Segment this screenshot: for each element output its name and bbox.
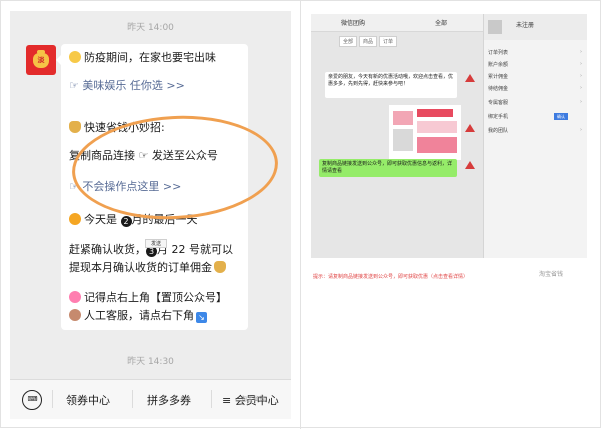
message-line-9: 记得点右上角【置顶公众号】 bbox=[69, 290, 242, 306]
sidebar-row[interactable]: 累计佣金 › bbox=[488, 72, 584, 82]
heart-icon bbox=[69, 291, 81, 303]
image-block bbox=[417, 121, 457, 133]
user-avatar bbox=[488, 20, 502, 34]
chat-panel: 昨天 14:00 淡 防疫期间，在家也要宅出味 ☞ 美味娱乐 任你选 >> 快速… bbox=[10, 11, 291, 419]
service-person-icon bbox=[69, 309, 81, 321]
sidebar-row[interactable]: 专属客服 › bbox=[488, 98, 584, 108]
menu-coupon-center[interactable]: 领券中心 bbox=[66, 392, 110, 408]
keyboard-icon[interactable]: ⌨ bbox=[22, 390, 42, 410]
menu-divider bbox=[211, 390, 212, 408]
food-link[interactable]: ☞ 美味娱乐 任你选 >> bbox=[69, 78, 242, 94]
arrow-down-right-icon: ↘ bbox=[196, 312, 207, 323]
sidebar-row[interactable]: 我的团队 › bbox=[488, 126, 584, 136]
desktop-message-1: 亲爱的朋友，今天有新的优惠活动哦，欢迎点击查看，优惠多多，先到先得，赶快来参与吧… bbox=[325, 72, 457, 98]
panel-divider bbox=[300, 1, 301, 429]
sidebar-row[interactable]: 订单列表 › bbox=[488, 48, 584, 58]
alert-icon bbox=[465, 124, 475, 132]
instruction-caption: 提示：请复制商品链接发送到公众号，即可获取优惠（点击查看详情） bbox=[313, 274, 469, 280]
desktop-info-sidebar: 未注册 订单列表 › 账户余额 › 累计佣金 › 待结佣金 › 专属客服 › 绑定手机 确认… bbox=[483, 14, 587, 258]
menu-divider bbox=[132, 390, 133, 408]
money-bag-icon bbox=[214, 261, 226, 273]
message-line-10: 人工客服，请点右下角 ↘ bbox=[69, 308, 242, 324]
alert-icon bbox=[465, 74, 475, 82]
product-image[interactable] bbox=[389, 105, 461, 160]
timestamp-bottom: 昨天 14:30 bbox=[127, 357, 174, 367]
sidebar-row[interactable]: 绑定手机 确认 bbox=[488, 112, 584, 122]
alert-icon bbox=[465, 161, 475, 169]
watermark-left: 淘宝省钱 bbox=[241, 396, 266, 403]
send-button[interactable]: 发送 bbox=[145, 239, 167, 248]
desktop-tabs: 全部 商品 订单 bbox=[339, 36, 399, 47]
desktop-message-2: 复制商品链接发送到公众号，即可获取优惠信息与返利，详情请查看 bbox=[319, 159, 457, 177]
desktop-topbar: 微信团购 全部 bbox=[311, 14, 483, 32]
menu-pdd-coupon[interactable]: 拼多多券 bbox=[147, 392, 191, 408]
sidebar-row[interactable]: 账户余额 › bbox=[488, 60, 584, 70]
money-bag-icon bbox=[69, 121, 81, 133]
user-name: 未注册 bbox=[516, 22, 535, 29]
image-block bbox=[417, 109, 453, 117]
menu-divider bbox=[52, 390, 53, 408]
account-avatar[interactable]: 淡 bbox=[26, 45, 56, 75]
image-block bbox=[393, 129, 413, 151]
screenshot-frame: 昨天 14:00 淡 防疫期间，在家也要宅出味 ☞ 美味娱乐 任你选 >> 快速… bbox=[0, 0, 601, 429]
desktop-chat-panel: 微信团购 全部 全部 商品 订单 亲爱的朋友，今天有新的优惠活动哦，欢迎点击查看，优… bbox=[311, 14, 587, 258]
timestamp-top: 昨天 14:00 bbox=[127, 23, 174, 33]
smile-icon bbox=[69, 51, 81, 63]
image-block bbox=[417, 137, 457, 153]
avatar-mark: 淡 bbox=[37, 56, 45, 64]
number-2-icon: 2 bbox=[120, 216, 132, 227]
sidebar-row[interactable]: 待结佣金 › bbox=[488, 84, 584, 94]
desktop-title: 微信团购 bbox=[341, 20, 366, 27]
image-block bbox=[393, 111, 413, 125]
message-line-1: 防疫期间，在家也要宅出味 bbox=[69, 50, 242, 66]
desktop-tab[interactable]: 全部 bbox=[339, 36, 358, 47]
sun-icon bbox=[69, 213, 81, 225]
desktop-tab[interactable]: 订单 bbox=[379, 36, 398, 47]
desktop-tab[interactable]: 商品 bbox=[359, 36, 378, 47]
sidebar-header: 未注册 bbox=[484, 14, 587, 40]
desktop-filter[interactable]: 全部 bbox=[435, 18, 447, 27]
confirm-button[interactable]: 确认 bbox=[554, 113, 568, 120]
watermark-right: 淘宝省钱 bbox=[539, 271, 564, 278]
message-line-8: 提现本月确认收货的订单佣金 bbox=[69, 260, 242, 276]
